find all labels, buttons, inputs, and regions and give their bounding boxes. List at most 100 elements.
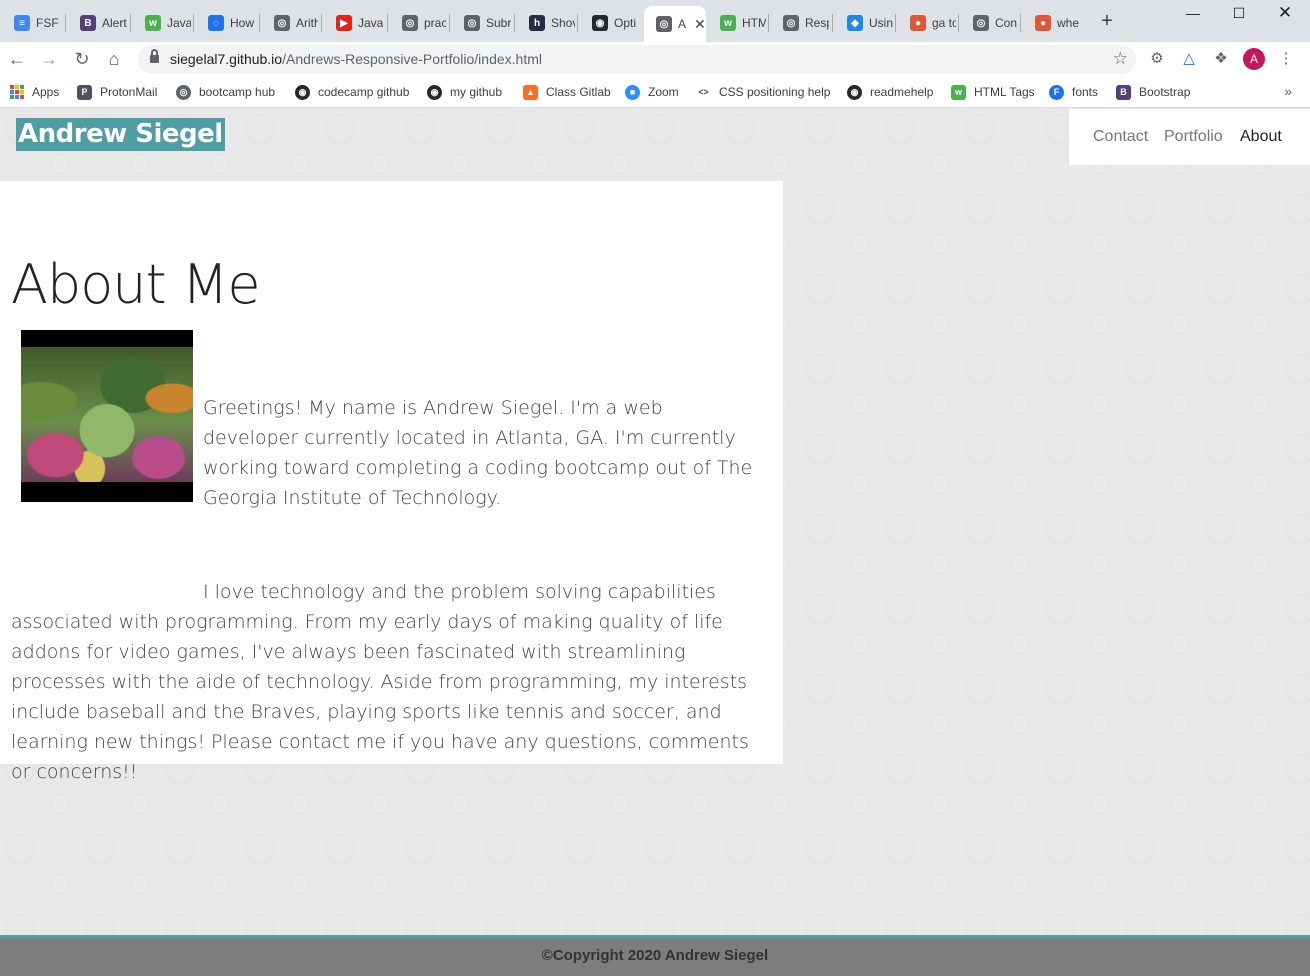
w3schools-icon: w xyxy=(145,15,161,31)
bookmark-item[interactable]: <> CSS positioning help xyxy=(696,82,830,102)
browser-tab[interactable]: ● whe xyxy=(1023,8,1081,38)
apps-grid-icon xyxy=(10,85,24,99)
browser-tab[interactable]: ● ga to xyxy=(898,8,956,38)
globe-icon: ◎ xyxy=(464,15,480,31)
browser-tab[interactable]: ◎ prac xyxy=(390,8,446,38)
browser-tab[interactable]: ◉ Opti xyxy=(580,8,638,38)
github-icon: ◉ xyxy=(295,84,310,100)
bookmark-item[interactable]: P ProtonMail xyxy=(77,82,157,102)
bookmark-item[interactable]: Apps xyxy=(10,82,59,102)
bookmarks-overflow-icon[interactable]: » xyxy=(1284,83,1292,99)
tab-separator xyxy=(130,14,131,32)
tab-label: Subr xyxy=(486,16,512,30)
about-paragraph-interests: I love technology and the problem solvin… xyxy=(11,581,749,783)
browser-tab[interactable]: ≡ FSF I xyxy=(2,8,62,38)
browser-tab[interactable]: ◎ Arith xyxy=(262,8,318,38)
globe-icon: ◎ xyxy=(176,84,191,100)
bookmark-star-icon[interactable]: ☆ xyxy=(1113,49,1128,69)
browser-tab[interactable]: ◎ Con xyxy=(961,8,1017,38)
bookmark-label: my github xyxy=(450,85,503,99)
browser-tab[interactable]: ◌ How xyxy=(196,8,256,38)
bookmark-label: ProtonMail xyxy=(100,85,158,99)
tab-separator xyxy=(768,14,769,32)
browser-tab[interactable]: ◆ Usin xyxy=(835,8,893,38)
page-viewport: Andrew Siegel Contact Portfolio About Ab… xyxy=(0,109,1310,976)
tab-separator xyxy=(577,14,578,32)
page-title: About Me xyxy=(11,253,261,316)
tab-separator xyxy=(958,14,959,32)
back-button[interactable]: ← xyxy=(6,48,28,70)
globe-icon: ◎ xyxy=(656,16,672,32)
discuss-icon: ◌ xyxy=(208,15,224,31)
tab-label: Alert xyxy=(102,16,127,30)
tab-separator xyxy=(514,14,515,32)
github-icon: ◉ xyxy=(427,84,442,100)
bookmark-label: Bootstrap xyxy=(1139,85,1191,99)
extension-gear-icon[interactable]: ⚙ xyxy=(1148,50,1166,68)
profile-avatar[interactable]: A xyxy=(1243,48,1265,70)
about-card: About Me Greetings! My name is Andrew Si… xyxy=(0,181,783,783)
docs-icon: ≡ xyxy=(14,15,30,31)
site-nav: Contact Portfolio About xyxy=(1069,109,1310,165)
new-tab-button[interactable]: + xyxy=(1096,11,1118,33)
tab-label: Java xyxy=(167,16,191,30)
maximize-button[interactable]: ☐ xyxy=(1216,2,1262,24)
tab-label: Shov xyxy=(551,16,575,30)
bookmark-label: Apps xyxy=(32,85,60,99)
close-window-button[interactable]: ✕ xyxy=(1262,2,1308,24)
reload-button[interactable]: ↻ xyxy=(71,48,93,70)
w3schools-icon: w xyxy=(951,84,966,100)
profile-photo xyxy=(21,330,193,502)
tab-label: Usin xyxy=(869,16,893,30)
browser-tab[interactable]: ◎ Resp xyxy=(771,8,829,38)
tab-label: whe xyxy=(1057,16,1080,30)
tab-label: Arith xyxy=(296,16,318,30)
bookmark-item[interactable]: ◉ codecamp github xyxy=(295,82,409,102)
tab-separator xyxy=(65,14,66,32)
url-text[interactable]: siegelal7.github.io/Andrews-Responsive-P… xyxy=(170,51,542,67)
bookmark-item[interactable]: ▲ Class Gitlab xyxy=(523,82,611,102)
browser-tab[interactable]: B Alert xyxy=(68,8,128,38)
home-icon[interactable]: ⌂ xyxy=(103,48,125,70)
browser-tab[interactable]: h Shov xyxy=(517,8,575,38)
about-paragraph-intro: Greetings! My name is Andrew Siegel. I'm… xyxy=(203,397,753,509)
zoom-icon: ■ xyxy=(625,84,640,100)
menu-kebab-icon[interactable]: ⋮ xyxy=(1277,50,1295,68)
bookmark-item[interactable]: ■ Zoom xyxy=(625,82,679,102)
bookmark-item[interactable]: ◉ my github xyxy=(427,82,502,102)
site-brand[interactable]: Andrew Siegel xyxy=(16,118,225,151)
close-tab-icon[interactable]: ✕ xyxy=(694,16,706,33)
bookmark-label: HTML Tags xyxy=(974,85,1035,99)
nav-about-link[interactable]: About xyxy=(1240,128,1282,146)
browser-tab[interactable]: ▶ Java xyxy=(324,8,384,38)
code-icon: <> xyxy=(698,87,709,97)
codepen-icon: ◆ xyxy=(847,15,863,31)
nav-contact-link[interactable]: Contact xyxy=(1093,128,1148,146)
bookmark-item[interactable]: Ffonts xyxy=(1049,82,1098,102)
browser-tab[interactable]: w Java xyxy=(133,8,191,38)
browser-tab[interactable]: ◎ Subr xyxy=(452,8,512,38)
lock-icon[interactable] xyxy=(150,49,159,64)
bookmark-item[interactable]: ◎ bootcamp hub xyxy=(176,82,275,102)
address-bar[interactable]: siegelal7.github.io/Andrews-Responsive-P… xyxy=(138,45,1136,74)
extensions-puzzle-icon[interactable]: ❖ xyxy=(1212,50,1230,68)
browser-tab[interactable]: ◎ A ✕ xyxy=(644,6,706,42)
tab-label: Con xyxy=(995,16,1017,30)
bookmark-label: Class Gitlab xyxy=(546,85,611,99)
browser-tab[interactable]: w HTM xyxy=(708,8,766,38)
bookmark-item[interactable]: ◉ readmehelp xyxy=(847,82,933,102)
bookmark-item[interactable]: B Bootstrap xyxy=(1116,82,1190,102)
tab-label: A xyxy=(678,17,687,31)
extension-triangle-icon[interactable]: △ xyxy=(1180,50,1198,68)
minimize-button[interactable]: — xyxy=(1170,2,1216,24)
tab-separator xyxy=(321,14,322,32)
duckduckgo-icon: ● xyxy=(910,15,926,31)
tab-label: Java xyxy=(358,16,384,30)
browser-toolbar: ← → ↻ ⌂ siegelal7.github.io/Andrews-Resp… xyxy=(0,42,1310,76)
bookmark-label: readmehelp xyxy=(870,85,934,99)
protonmail-icon: P xyxy=(77,84,92,100)
nav-portfolio-link[interactable]: Portfolio xyxy=(1164,128,1223,146)
garden-image xyxy=(21,347,193,482)
forward-button[interactable]: → xyxy=(38,48,60,70)
bookmark-item[interactable]: w HTML Tags xyxy=(951,82,1035,102)
